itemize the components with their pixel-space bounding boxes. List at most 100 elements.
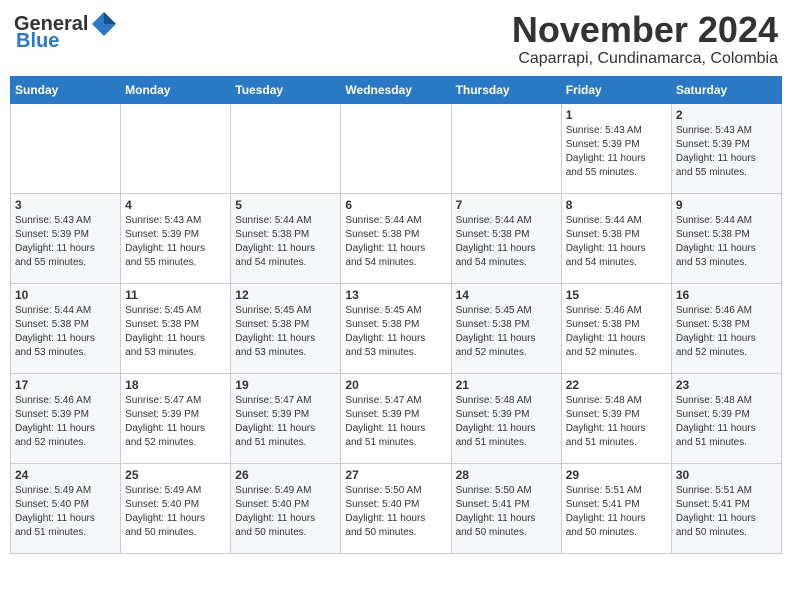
day-cell: 5Sunrise: 5:44 AM Sunset: 5:38 PM Daylig… — [231, 193, 341, 283]
day-number: 1 — [566, 108, 667, 122]
day-cell: 7Sunrise: 5:44 AM Sunset: 5:38 PM Daylig… — [451, 193, 561, 283]
day-info: Sunrise: 5:45 AM Sunset: 5:38 PM Dayligh… — [345, 304, 446, 360]
day-number: 24 — [15, 468, 116, 482]
day-cell: 29 Sunrise: 5:51 AM Sunset: 5:41 PM Dayli… — [561, 463, 671, 553]
day-cell: 12Sunrise: 5:45 AM Sunset: 5:38 PM Dayli… — [231, 283, 341, 373]
day-number: 20 — [345, 378, 446, 392]
day-info: Sunrise: 5:44 AM Sunset: 5:38 PM Dayligh… — [676, 214, 777, 270]
day-cell: 4 Sunrise: 5:43 AM Sunset: 5:39 PM Daylig… — [121, 193, 231, 283]
col-sunday: Sunday — [11, 76, 121, 103]
logo: General Blue — [14, 10, 118, 53]
day-number: 22 — [566, 378, 667, 392]
week-row-5: 24 Sunrise: 5:49 AM Sunset: 5:40 PM Dayli… — [11, 463, 782, 553]
day-info: Sunrise: 5:46 AM Sunset: 5:38 PM Dayligh… — [676, 304, 777, 360]
day-number: 3 — [15, 198, 116, 212]
day-number: 28 — [456, 468, 557, 482]
calendar-table: Sunday Monday Tuesday Wednesday Thursday… — [10, 76, 782, 554]
day-cell: 8 Sunrise: 5:44 AM Sunset: 5:38 PM Daylig… — [561, 193, 671, 283]
day-info: Sunrise: 5:44 AM Sunset: 5:38 PM Dayligh… — [345, 214, 446, 270]
day-number: 14 — [456, 288, 557, 302]
day-number: 19 — [235, 378, 336, 392]
day-cell: 9 Sunrise: 5:44 AM Sunset: 5:38 PM Daylig… — [671, 193, 781, 283]
day-cell: 18 Sunrise: 5:47 AM Sunset: 5:39 PM Dayli… — [121, 373, 231, 463]
day-info: Sunrise: 5:44 AM Sunset: 5:38 PM Dayligh… — [456, 214, 557, 270]
day-info: Sunrise: 5:46 AM Sunset: 5:38 PM Dayligh… — [566, 304, 667, 360]
day-number: 18 — [125, 378, 226, 392]
header-row: Sunday Monday Tuesday Wednesday Thursday… — [11, 76, 782, 103]
col-tuesday: Tuesday — [231, 76, 341, 103]
day-info: Sunrise: 5:45 AM Sunset: 5:38 PM Dayligh… — [235, 304, 336, 360]
col-thursday: Thursday — [451, 76, 561, 103]
day-cell: 10Sunrise: 5:44 AM Sunset: 5:38 PM Dayli… — [11, 283, 121, 373]
col-wednesday: Wednesday — [341, 76, 451, 103]
day-info: Sunrise: 5:49 AM Sunset: 5:40 PM Dayligh… — [15, 484, 116, 540]
day-cell: 3 Sunrise: 5:43 AM Sunset: 5:39 PM Daylig… — [11, 193, 121, 283]
day-info: Sunrise: 5:51 AM Sunset: 5:41 PM Dayligh… — [676, 484, 777, 540]
day-info: Sunrise: 5:51 AM Sunset: 5:41 PM Dayligh… — [566, 484, 667, 540]
logo-blue-text: Blue — [16, 30, 59, 53]
calendar-body: 1 Sunrise: 5:43 AM Sunset: 5:39 PM Daylig… — [11, 103, 782, 553]
day-cell: 24 Sunrise: 5:49 AM Sunset: 5:40 PM Dayli… — [11, 463, 121, 553]
col-monday: Monday — [121, 76, 231, 103]
day-info: Sunrise: 5:49 AM Sunset: 5:40 PM Dayligh… — [235, 484, 336, 540]
day-info: Sunrise: 5:47 AM Sunset: 5:39 PM Dayligh… — [345, 394, 446, 450]
day-cell: 27Sunrise: 5:50 AM Sunset: 5:40 PM Dayli… — [341, 463, 451, 553]
day-cell — [231, 103, 341, 193]
day-cell: 16 Sunrise: 5:46 AM Sunset: 5:38 PM Dayli… — [671, 283, 781, 373]
day-info: Sunrise: 5:46 AM Sunset: 5:39 PM Dayligh… — [15, 394, 116, 450]
day-number: 10 — [15, 288, 116, 302]
page-header: General Blue November 2024 Caparrapi, Cu… — [10, 10, 782, 68]
day-cell: 15 Sunrise: 5:46 AM Sunset: 5:38 PM Dayli… — [561, 283, 671, 373]
day-number: 2 — [676, 108, 777, 122]
week-row-2: 3 Sunrise: 5:43 AM Sunset: 5:39 PM Daylig… — [11, 193, 782, 283]
day-cell — [11, 103, 121, 193]
day-info: Sunrise: 5:48 AM Sunset: 5:39 PM Dayligh… — [456, 394, 557, 450]
day-info: Sunrise: 5:50 AM Sunset: 5:41 PM Dayligh… — [456, 484, 557, 540]
day-number: 13 — [345, 288, 446, 302]
day-info: Sunrise: 5:43 AM Sunset: 5:39 PM Dayligh… — [566, 124, 667, 180]
day-number: 30 — [676, 468, 777, 482]
day-number: 4 — [125, 198, 226, 212]
day-cell: 11Sunrise: 5:45 AM Sunset: 5:38 PM Dayli… — [121, 283, 231, 373]
day-info: Sunrise: 5:43 AM Sunset: 5:39 PM Dayligh… — [676, 124, 777, 180]
calendar-header: Sunday Monday Tuesday Wednesday Thursday… — [11, 76, 782, 103]
day-number: 25 — [125, 468, 226, 482]
day-number: 26 — [235, 468, 336, 482]
day-number: 21 — [456, 378, 557, 392]
week-row-4: 17 Sunrise: 5:46 AM Sunset: 5:39 PM Dayli… — [11, 373, 782, 463]
location: Caparrapi, Cundinamarca, Colombia — [512, 50, 778, 68]
day-cell — [341, 103, 451, 193]
day-info: Sunrise: 5:47 AM Sunset: 5:39 PM Dayligh… — [235, 394, 336, 450]
col-saturday: Saturday — [671, 76, 781, 103]
day-cell: 20 Sunrise: 5:47 AM Sunset: 5:39 PM Dayli… — [341, 373, 451, 463]
day-number: 23 — [676, 378, 777, 392]
day-cell: 19 Sunrise: 5:47 AM Sunset: 5:39 PM Dayli… — [231, 373, 341, 463]
day-cell: 23Sunrise: 5:48 AM Sunset: 5:39 PM Dayli… — [671, 373, 781, 463]
week-row-1: 1 Sunrise: 5:43 AM Sunset: 5:39 PM Daylig… — [11, 103, 782, 193]
day-info: Sunrise: 5:44 AM Sunset: 5:38 PM Dayligh… — [566, 214, 667, 270]
day-cell: 28 Sunrise: 5:50 AM Sunset: 5:41 PM Dayli… — [451, 463, 561, 553]
week-row-3: 10Sunrise: 5:44 AM Sunset: 5:38 PM Dayli… — [11, 283, 782, 373]
day-cell: 6Sunrise: 5:44 AM Sunset: 5:38 PM Daylig… — [341, 193, 451, 283]
day-cell: 2 Sunrise: 5:43 AM Sunset: 5:39 PM Daylig… — [671, 103, 781, 193]
col-friday: Friday — [561, 76, 671, 103]
day-info: Sunrise: 5:43 AM Sunset: 5:39 PM Dayligh… — [15, 214, 116, 270]
day-cell: 22Sunrise: 5:48 AM Sunset: 5:39 PM Dayli… — [561, 373, 671, 463]
day-number: 11 — [125, 288, 226, 302]
day-number: 15 — [566, 288, 667, 302]
day-info: Sunrise: 5:47 AM Sunset: 5:39 PM Dayligh… — [125, 394, 226, 450]
day-cell: 17 Sunrise: 5:46 AM Sunset: 5:39 PM Dayli… — [11, 373, 121, 463]
day-number: 27 — [345, 468, 446, 482]
day-info: Sunrise: 5:45 AM Sunset: 5:38 PM Dayligh… — [456, 304, 557, 360]
day-number: 29 — [566, 468, 667, 482]
day-cell: 26 Sunrise: 5:49 AM Sunset: 5:40 PM Dayli… — [231, 463, 341, 553]
day-number: 16 — [676, 288, 777, 302]
day-number: 17 — [15, 378, 116, 392]
day-number: 9 — [676, 198, 777, 212]
day-cell — [121, 103, 231, 193]
day-info: Sunrise: 5:43 AM Sunset: 5:39 PM Dayligh… — [125, 214, 226, 270]
day-number: 8 — [566, 198, 667, 212]
day-cell: 30 Sunrise: 5:51 AM Sunset: 5:41 PM Dayli… — [671, 463, 781, 553]
day-cell: 1 Sunrise: 5:43 AM Sunset: 5:39 PM Daylig… — [561, 103, 671, 193]
day-cell: 21 Sunrise: 5:48 AM Sunset: 5:39 PM Dayli… — [451, 373, 561, 463]
